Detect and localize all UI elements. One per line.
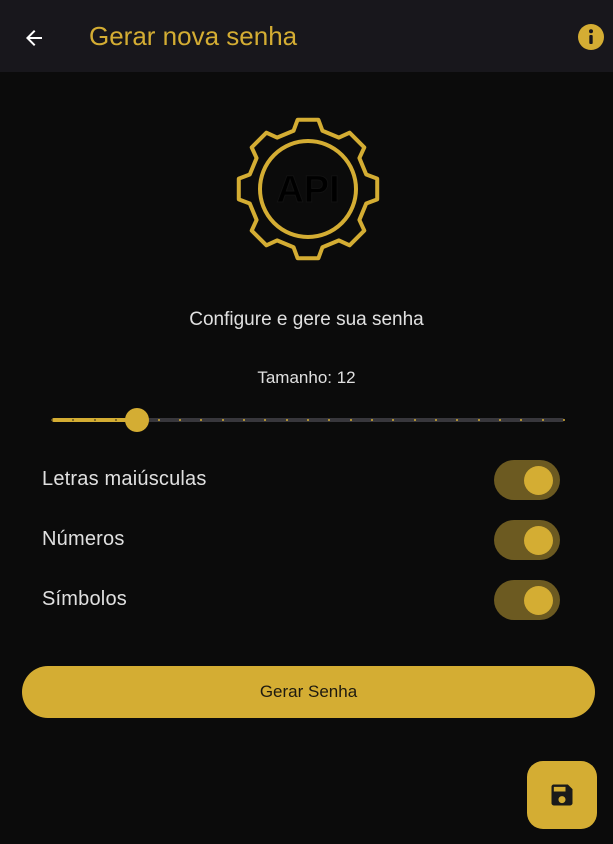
app-bar: Gerar nova senha [0,0,613,72]
slider-tick [157,419,160,421]
slider-tick [563,419,565,421]
subtitle: Configure e gere sua senha [189,309,424,330]
switch-knob [524,466,553,495]
slider-tick [179,419,181,421]
length-label: Tamanho: 12 [257,368,356,387]
save-button[interactable] [527,761,597,829]
arrow-left-icon [26,30,42,46]
slider-tick [285,419,288,421]
option-label-uppercase: Letras maiúsculas [42,468,207,490]
length-slider[interactable] [48,406,568,434]
page-title: Gerar nova senha [89,21,298,51]
gear-api-icon: API [229,110,387,268]
slider-tick [435,419,437,421]
generate-password-button[interactable]: Gerar Senha [22,666,595,718]
uppercase-switch[interactable] [494,460,560,500]
info-icon [578,24,604,50]
option-row-numbers: Números [0,510,613,570]
back-button[interactable] [14,18,54,58]
slider-thumb[interactable] [125,408,150,432]
slider-tick [477,419,480,421]
option-label-numbers: Números [42,528,125,550]
info-button[interactable] [576,22,606,52]
slider-tick [349,419,352,421]
option-row-symbols: Símbolos [0,570,613,630]
logo-text: API [276,169,339,211]
option-row-uppercase: Letras maiúsculas [0,450,613,510]
symbols-switch[interactable] [494,580,560,620]
switch-knob [524,586,553,615]
slider-tick [499,419,501,421]
slider-tick [93,419,96,421]
slider-tick [371,419,373,421]
slider-tick [413,419,416,421]
slider-tick [221,419,224,421]
slider-tick [243,419,245,421]
numbers-switch[interactable] [494,520,560,560]
slider-tick [51,419,53,421]
switch-knob [524,526,553,555]
save-icon [551,784,573,806]
option-label-symbols: Símbolos [42,588,127,610]
slider-tick [541,419,544,421]
slider-tick [115,419,117,421]
slider-tick [307,419,309,421]
